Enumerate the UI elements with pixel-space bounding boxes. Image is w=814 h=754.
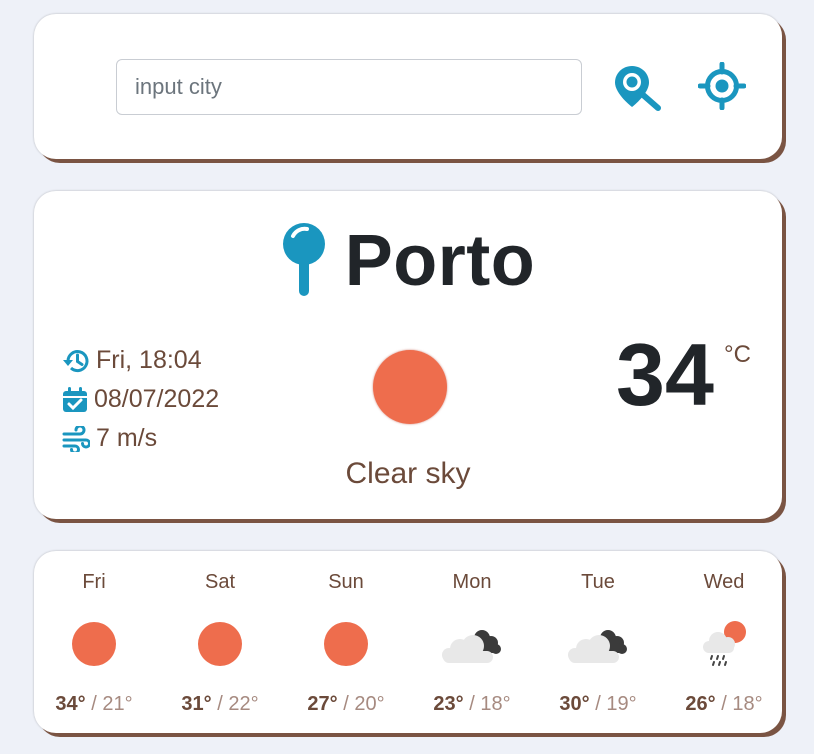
wind-row: 7 m/s xyxy=(62,419,219,458)
city-search-input[interactable] xyxy=(116,59,582,115)
pin-icon xyxy=(282,223,325,296)
city-name: Porto xyxy=(344,221,536,301)
map-search-icon xyxy=(615,66,661,111)
history-clock-icon xyxy=(63,349,89,372)
forecast-day-name: Sun xyxy=(328,571,364,593)
local-time: Fri, 18:04 xyxy=(96,346,202,374)
wind-speed: 7 m/s xyxy=(96,424,158,452)
current-date: 08/07/2022 xyxy=(94,385,220,413)
forecast-low: 20° xyxy=(354,693,385,715)
forecast-high: 34° xyxy=(55,693,86,715)
current-weather-panel: Porto Fri, 18:04 08/07/2022 7 m/s Clear … xyxy=(34,191,782,519)
broken-clouds-icon xyxy=(440,621,504,667)
forecast-low: 19° xyxy=(606,693,637,715)
sun-icon xyxy=(71,621,117,667)
forecast-day-name: Tue xyxy=(581,571,615,593)
forecast-day-name: Mon xyxy=(452,571,492,593)
sun-icon xyxy=(197,621,243,667)
forecast-temps: 34° / 21° xyxy=(55,693,133,715)
forecast-day-name: Fri xyxy=(82,571,106,593)
forecast-low: 18° xyxy=(480,693,511,715)
forecast-high: 27° xyxy=(307,693,338,715)
forecast-day-name: Sat xyxy=(204,571,236,593)
local-time-row: Fri, 18:04 xyxy=(62,341,219,380)
forecast-day: Mon 23° / 18° xyxy=(413,551,531,733)
search-panel xyxy=(34,14,782,159)
date-row: 08/07/2022 xyxy=(62,380,219,419)
forecast-high: 30° xyxy=(559,693,590,715)
city-heading: Porto xyxy=(34,219,782,303)
sun-icon xyxy=(323,621,369,667)
weather-condition: Clear sky xyxy=(345,457,471,490)
crosshair-icon xyxy=(697,61,747,111)
forecast-temps: 23° / 18° xyxy=(433,693,511,715)
search-location-button[interactable] xyxy=(612,62,664,112)
current-location-button[interactable] xyxy=(697,61,747,111)
weather-meta: Fri, 18:04 08/07/2022 7 m/s xyxy=(62,341,219,458)
temperature-unit: °C xyxy=(724,341,751,368)
forecast-day: Fri 34° / 21° xyxy=(35,551,153,733)
forecast-day: Sun 27° / 20° xyxy=(287,551,405,733)
forecast-low: 22° xyxy=(228,693,259,715)
broken-clouds-icon xyxy=(566,621,630,667)
sun-icon xyxy=(373,350,447,424)
forecast-day: Wed 26° / 18° xyxy=(665,551,783,733)
rain-sun-icon xyxy=(700,621,750,667)
forecast-day: Sat 31° / 22° xyxy=(161,551,279,733)
forecast-day-name: Wed xyxy=(703,571,745,593)
forecast-low: 21° xyxy=(102,693,133,715)
forecast-low: 18° xyxy=(732,693,763,715)
forecast-high: 31° xyxy=(181,693,212,715)
forecast-day: Tue 30° / 19° xyxy=(539,551,657,733)
forecast-temps: 30° / 19° xyxy=(559,693,637,715)
forecast-temps: 26° / 18° xyxy=(685,693,763,715)
forecast-temps: 27° / 20° xyxy=(307,693,385,715)
forecast-high: 26° xyxy=(685,693,716,715)
forecast-panel: Fri 34° / 21° Sat 31° / 22° Sun 27° / 20… xyxy=(34,551,782,733)
forecast-high: 23° xyxy=(433,693,464,715)
calendar-check-icon xyxy=(63,386,87,412)
current-temperature: 34 xyxy=(616,325,714,424)
wind-icon xyxy=(62,425,90,452)
forecast-temps: 31° / 22° xyxy=(181,693,259,715)
